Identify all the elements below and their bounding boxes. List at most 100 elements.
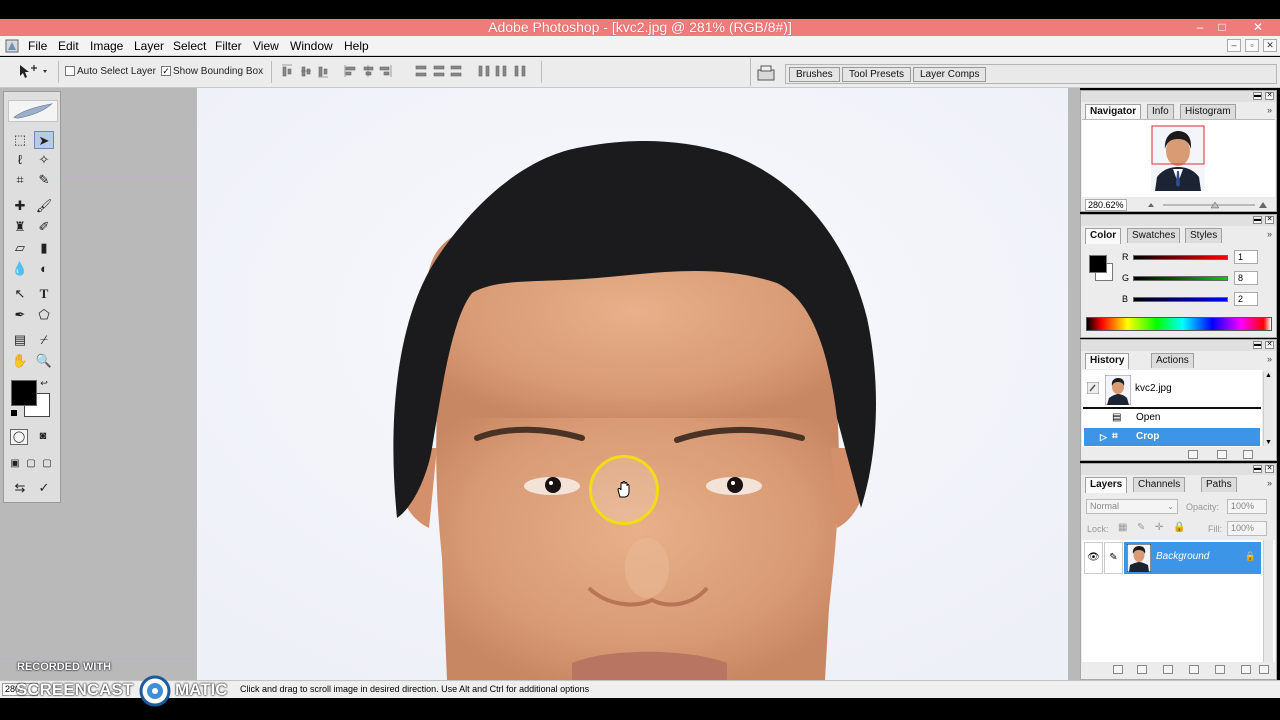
tab-actions[interactable]: Actions [1151, 353, 1194, 368]
history-scrollbar[interactable]: ▲ ▼ [1263, 372, 1273, 446]
menu-layer[interactable]: Layer [134, 39, 164, 53]
maximize-button[interactable]: □ [1210, 19, 1234, 36]
layer-row-background[interactable]: Background 🔒 [1124, 542, 1261, 574]
brush-tool-icon[interactable]: 🖌 [34, 197, 54, 215]
eyedropper-tool-icon[interactable]: ⌿ [34, 331, 54, 349]
layer-comps-tab[interactable]: Layer Comps [913, 67, 987, 82]
panel-menu-icon[interactable]: » [1267, 478, 1272, 488]
standard-mode-icon[interactable]: ◯ [10, 429, 28, 445]
menu-image[interactable]: Image [90, 39, 123, 53]
history-snapshot-thumbnail[interactable] [1105, 375, 1131, 405]
color-spectrum-bar[interactable] [1086, 317, 1272, 331]
screen-mode-full-menu-icon[interactable]: ▢ [24, 455, 38, 473]
history-state-crop[interactable]: ▷ ⌗ Crop [1084, 428, 1260, 446]
pen-tool-icon[interactable]: ✒ [10, 306, 30, 324]
add-layer-style-icon[interactable] [1137, 665, 1147, 674]
foreground-color-swatch-front[interactable] [11, 380, 37, 406]
panel-close-icon[interactable]: ✕ [1265, 465, 1274, 473]
slice-tool-icon[interactable]: ✎ [34, 171, 54, 189]
doc-restore-button[interactable]: ▫ [1245, 39, 1259, 52]
panel-minimize-icon[interactable]: ▬ [1253, 92, 1262, 100]
fill-field[interactable]: 100% [1227, 521, 1267, 536]
tab-channels[interactable]: Channels [1133, 477, 1186, 492]
add-mask-icon[interactable] [1163, 665, 1173, 674]
lasso-tool-icon[interactable]: ℓ [10, 151, 30, 169]
lock-position-icon[interactable]: ✛ [1155, 522, 1163, 533]
layers-scrollbar[interactable] [1263, 540, 1273, 662]
opacity-field[interactable]: 100% [1227, 499, 1267, 514]
tab-styles[interactable]: Styles [1185, 228, 1223, 243]
channel-g-value[interactable]: 8 [1234, 271, 1258, 285]
adjustment-layer-icon[interactable] [1189, 665, 1199, 674]
brush-icon[interactable]: ✎ [1104, 542, 1123, 574]
auto-select-layer-checkbox[interactable] [65, 66, 75, 76]
type-tool-icon[interactable]: T [34, 285, 54, 303]
close-button[interactable]: ✕ [1243, 19, 1273, 36]
brushes-tab[interactable]: Brushes [789, 67, 840, 82]
zoom-tool-icon[interactable]: 🔍 [34, 352, 54, 370]
crop-tool-icon[interactable]: ⌗ [10, 171, 30, 189]
swap-colors-icon[interactable]: ↩ [38, 377, 50, 389]
panel-close-icon[interactable]: ✕ [1265, 341, 1274, 349]
gradient-tool-icon[interactable]: ▮ [34, 239, 54, 257]
menu-edit[interactable]: Edit [58, 39, 79, 53]
scroll-up-icon[interactable]: ▲ [1264, 372, 1273, 379]
channel-g-slider[interactable] [1133, 276, 1228, 281]
panel-minimize-icon[interactable]: ▬ [1253, 341, 1262, 349]
magic-wand-tool-icon[interactable]: ✧ [34, 151, 54, 169]
channel-r-slider[interactable] [1133, 255, 1228, 260]
menu-select[interactable]: Select [173, 39, 206, 53]
channel-r-value[interactable]: 1 [1234, 250, 1258, 264]
tab-histogram[interactable]: Histogram [1180, 104, 1236, 119]
panel-minimize-icon[interactable]: ▬ [1253, 465, 1262, 473]
document-canvas[interactable] [197, 88, 1068, 680]
palette-well-icon[interactable] [755, 63, 777, 83]
move-tool-button-icon[interactable]: ➤ [34, 131, 54, 149]
navigator-zoom-field[interactable]: 280.62% [1085, 199, 1127, 211]
panel-minimize-icon[interactable]: ▬ [1253, 216, 1262, 224]
lock-all-icon[interactable]: 🔒 [1173, 522, 1185, 533]
channel-b-value[interactable]: 2 [1234, 292, 1258, 306]
navigator-zoom-slider[interactable] [1145, 199, 1271, 211]
new-layer-icon[interactable] [1241, 665, 1251, 674]
menu-view[interactable]: View [253, 39, 279, 53]
tool-presets-tab[interactable]: Tool Presets [842, 67, 912, 82]
path-selection-icon[interactable]: ↖ [10, 285, 30, 303]
blur-tool-icon[interactable]: 💧 [10, 260, 30, 278]
tab-navigator[interactable]: Navigator [1085, 104, 1142, 120]
panel-menu-icon[interactable]: » [1267, 105, 1272, 115]
screen-mode-standard-icon[interactable]: ▣ [8, 455, 22, 473]
trash-icon[interactable] [1243, 450, 1253, 459]
blend-mode-select[interactable]: Normal ⌄ [1086, 499, 1178, 514]
scroll-down-icon[interactable]: ▼ [1264, 439, 1273, 446]
delete-layer-trash-icon[interactable] [1259, 665, 1269, 674]
lock-image-icon[interactable]: ✎ [1137, 522, 1145, 533]
menu-file[interactable]: File [28, 39, 47, 53]
eye-icon[interactable]: 👁 [1084, 542, 1103, 574]
new-group-icon[interactable] [1215, 665, 1225, 674]
align-distribute-buttons[interactable] [281, 63, 536, 80]
edit-in-imageready-icon[interactable]: ✓ [34, 479, 54, 497]
move-tool-icon[interactable] [17, 62, 51, 80]
panel-close-icon[interactable]: ✕ [1265, 216, 1274, 224]
dodge-tool-icon[interactable]: ◐ [34, 260, 54, 278]
tab-color[interactable]: Color [1085, 228, 1122, 244]
notes-tool-icon[interactable]: ▤ [10, 331, 30, 349]
minimize-button[interactable]: – [1188, 19, 1212, 36]
link-layers-icon[interactable] [1113, 665, 1123, 674]
menu-help[interactable]: Help [344, 39, 369, 53]
doc-close-button[interactable]: ✕ [1263, 39, 1277, 52]
menu-filter[interactable]: Filter [215, 39, 242, 53]
doc-minimize-button[interactable]: – [1227, 39, 1241, 52]
tab-swatches[interactable]: Swatches [1127, 228, 1181, 243]
channel-b-slider[interactable] [1133, 297, 1228, 302]
eraser-tool-icon[interactable]: ▱ [10, 239, 30, 257]
lock-transparency-icon[interactable]: ▦ [1118, 522, 1127, 533]
color-foreground-swatch[interactable] [1089, 255, 1107, 273]
tab-history[interactable]: History [1085, 353, 1130, 369]
history-state-open[interactable]: ▤ Open [1084, 409, 1260, 427]
new-document-from-state-icon[interactable] [1188, 450, 1198, 459]
quick-mask-icon[interactable]: ◙ [34, 429, 52, 445]
panel-close-icon[interactable]: ✕ [1265, 92, 1274, 100]
panel-menu-icon[interactable]: » [1267, 354, 1272, 364]
